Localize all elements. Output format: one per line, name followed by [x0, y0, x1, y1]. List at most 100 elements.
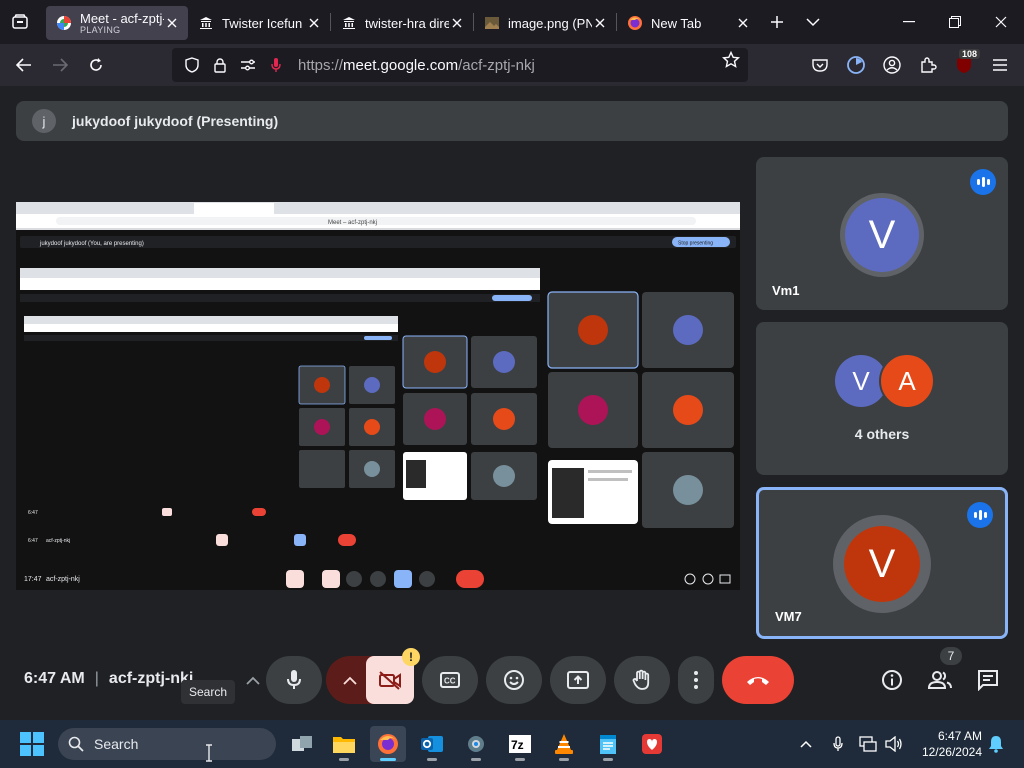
- microphone-icon: [833, 736, 843, 751]
- close-tab-icon[interactable]: [164, 15, 180, 31]
- meeting-clock: 6:47 AM: [24, 670, 85, 687]
- tab-playing-label: PLAYING: [80, 25, 121, 35]
- app-menu-button[interactable]: [982, 47, 1018, 83]
- present-screen-button[interactable]: [550, 656, 606, 704]
- reactions-button[interactable]: [486, 656, 542, 704]
- participant-name: Vm1: [772, 283, 800, 298]
- file-explorer-button[interactable]: [326, 726, 362, 762]
- permissions-icon[interactable]: [234, 51, 262, 79]
- firefox-taskbar-button[interactable]: [370, 726, 406, 762]
- bookmark-star-icon[interactable]: [722, 51, 740, 69]
- account-icon: [883, 56, 901, 74]
- url-host: meet.google.com: [343, 56, 459, 74]
- show-hidden-icons-button[interactable]: [794, 732, 818, 756]
- firefox-view-button[interactable]: [0, 0, 40, 44]
- taskbar-search-box[interactable]: Search: [58, 728, 276, 760]
- volume-button[interactable]: [882, 732, 906, 756]
- back-button[interactable]: [6, 47, 42, 83]
- list-all-tabs-button[interactable]: [795, 0, 831, 44]
- running-indicator: [559, 758, 569, 761]
- tab-meet[interactable]: Meet - acf-zptj-nkj PLAYING: [46, 6, 188, 40]
- close-tab-icon[interactable]: [735, 15, 751, 31]
- forward-button[interactable]: [42, 47, 78, 83]
- url-bar[interactable]: https://meet.google.com/acf-zptj-nkj: [172, 48, 748, 82]
- svg-text:7z: 7z: [511, 738, 524, 752]
- tab-twister-icefun[interactable]: Twister Icefun : A: [188, 6, 330, 40]
- taskbar-time: 6:47 AM: [937, 729, 982, 743]
- microphone-sharing-icon[interactable]: [262, 51, 290, 79]
- microphone-button[interactable]: [266, 656, 322, 704]
- close-tab-icon[interactable]: [449, 15, 465, 31]
- hamburger-menu-icon: [993, 59, 1007, 71]
- svg-text:CC: CC: [444, 677, 456, 686]
- captions-button[interactable]: CC: [422, 656, 478, 704]
- pocket-button[interactable]: [802, 47, 838, 83]
- warning-badge: !: [402, 648, 420, 666]
- leave-call-button[interactable]: [722, 656, 794, 704]
- iqiyi-button[interactable]: [634, 726, 670, 762]
- close-tab-icon[interactable]: [592, 15, 608, 31]
- tab-new-tab[interactable]: New Tab: [617, 6, 759, 40]
- speaker-icon: [885, 736, 902, 752]
- participant-tile-vm1[interactable]: V Vm1: [756, 157, 1008, 310]
- notepad-button[interactable]: [590, 726, 626, 762]
- presenting-banner: j jukydoof jukydoof (Presenting): [16, 101, 1008, 141]
- task-view-button[interactable]: [284, 726, 320, 762]
- settings-button[interactable]: [458, 726, 494, 762]
- chat-icon: [978, 670, 998, 691]
- network-button[interactable]: [856, 732, 880, 756]
- close-window-button[interactable]: [978, 0, 1024, 44]
- notifications-button[interactable]: [984, 732, 1008, 756]
- restore-icon: [949, 16, 961, 28]
- tab-image-png[interactable]: image.png (PNG: [474, 6, 616, 40]
- running-indicator: [515, 758, 525, 761]
- participant-tile-vm7[interactable]: V VM7: [756, 487, 1008, 639]
- puzzle-icon: [921, 57, 937, 73]
- people-button[interactable]: [920, 662, 960, 698]
- microphone-tray-button[interactable]: [826, 732, 850, 756]
- participant-tile-others[interactable]: V A 4 others: [756, 322, 1008, 475]
- text-cursor-icon: [204, 744, 214, 762]
- pocket-icon: [812, 59, 828, 72]
- hang-up-icon: [747, 677, 769, 685]
- toolbar-extensions: 108: [802, 47, 1018, 83]
- extension-timer-button[interactable]: [838, 47, 874, 83]
- chevron-down-icon: [806, 18, 820, 27]
- camera-off-button[interactable]: !: [366, 648, 420, 704]
- lock-icon[interactable]: [206, 51, 234, 79]
- vlc-button[interactable]: [546, 726, 582, 762]
- close-tab-icon[interactable]: [306, 15, 322, 31]
- audio-options-button[interactable]: [238, 664, 268, 696]
- extensions-button[interactable]: [910, 47, 946, 83]
- speaking-indicator-icon: [970, 169, 996, 195]
- new-tab-button[interactable]: [759, 0, 795, 44]
- reload-button[interactable]: [78, 47, 114, 83]
- outlook-button[interactable]: [414, 726, 450, 762]
- running-indicator: [339, 758, 349, 761]
- restore-button[interactable]: [932, 0, 978, 44]
- more-options-button[interactable]: [678, 656, 714, 704]
- chat-button[interactable]: [968, 662, 1008, 698]
- mini-stop-presenting: Stop presenting: [678, 241, 713, 247]
- arrow-right-icon: [53, 58, 68, 72]
- present-screen-icon: [567, 671, 589, 689]
- tab-twister-hra[interactable]: twister-hra direc: [331, 6, 473, 40]
- ublock-button[interactable]: 108: [946, 47, 982, 83]
- start-button[interactable]: [20, 732, 44, 756]
- running-indicator: [380, 758, 396, 761]
- taskbar-clock[interactable]: 6:47 AM 12/26/2024: [912, 728, 982, 760]
- avatar: V: [840, 193, 924, 277]
- minimize-button[interactable]: [886, 0, 932, 44]
- url-path: /acf-zptj-nkj: [458, 56, 535, 74]
- participant-name: VM7: [775, 609, 802, 624]
- account-button[interactable]: [874, 47, 910, 83]
- raise-hand-icon: [632, 669, 650, 690]
- 7zip-button[interactable]: 7z: [502, 726, 538, 762]
- avatar-initial: V: [844, 526, 920, 602]
- url-prefix: https://: [298, 56, 344, 74]
- 7zip-icon: 7z: [509, 735, 531, 753]
- tracking-protection-shield-icon[interactable]: [178, 51, 206, 79]
- meeting-details-button[interactable]: [872, 662, 912, 698]
- screen-share-view[interactable]: Meet – acf-zptj-nkj jukydoof jukydoof (Y…: [16, 202, 740, 590]
- raise-hand-button[interactable]: [614, 656, 670, 704]
